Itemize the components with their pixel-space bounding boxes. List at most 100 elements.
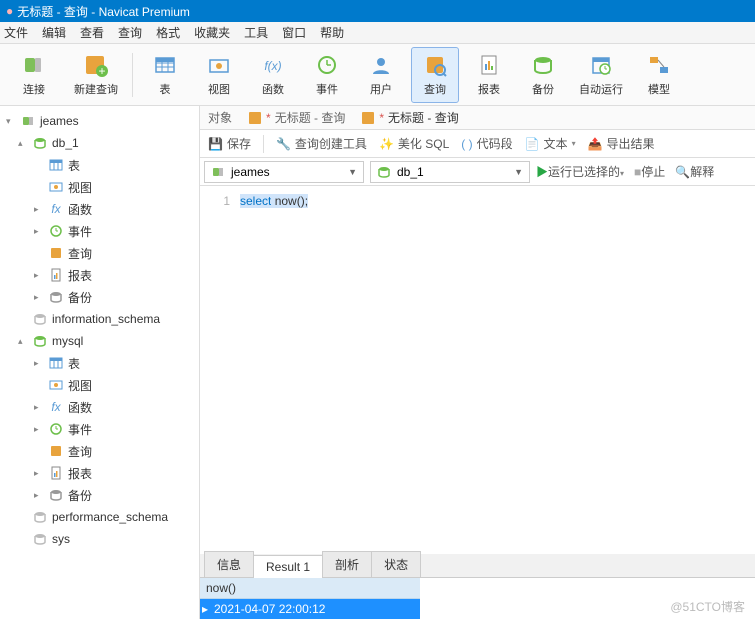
tree-item-func[interactable]: ▸fx函数 [0,198,199,220]
result-tab-result1[interactable]: Result 1 [253,555,323,578]
toolbar-report[interactable]: 报表 [465,47,513,103]
menu-fav[interactable]: 收藏夹 [194,24,230,41]
tree-item-db[interactable]: ▴mysql [0,330,199,352]
tree-item-conn[interactable]: ▾ jeames [0,110,199,132]
connection-icon [211,165,225,179]
toolbar-connect[interactable]: 连接 [6,47,62,103]
report-icon [48,267,64,283]
tree-item-db[interactable]: ▴db_1 [0,132,199,154]
toolbar-func[interactable]: f(x) 函数 [249,47,297,103]
expand-icon[interactable]: ▸ [34,468,44,479]
toolbar-table[interactable]: 表 [141,47,189,103]
tree-item-table[interactable]: 表 [0,154,199,176]
snippet-button[interactable]: ( )代码段 [461,135,512,152]
export-button[interactable]: 📤导出结果 [588,135,655,152]
expand-icon[interactable]: ▴ [18,336,28,347]
report-icon [476,52,502,78]
user-icon [368,52,394,78]
result-tab-status[interactable]: 状态 [371,551,421,577]
result-tab-info[interactable]: 信息 [204,551,254,577]
explain-button[interactable]: 🔍解释 [675,163,714,180]
menu-query[interactable]: 查询 [118,24,142,41]
tree-item-backup[interactable]: ▸备份 [0,484,199,506]
menu-window[interactable]: 窗口 [282,24,306,41]
tree-item-db-off[interactable]: performance_schema [0,506,199,528]
expand-icon[interactable]: ▸ [34,490,44,501]
connection-dropdown[interactable]: jeames ▼ [204,161,364,183]
query-builder-button[interactable]: 🔧查询创建工具 [276,135,367,152]
db-icon [32,333,48,349]
tree-item-view[interactable]: 视图 [0,176,199,198]
query-tab-icon [361,111,375,125]
menu-format[interactable]: 格式 [156,24,180,41]
tree-item-backup[interactable]: ▸备份 [0,286,199,308]
expand-icon[interactable]: ▸ [34,358,44,369]
menu-tools[interactable]: 工具 [244,24,268,41]
expand-icon[interactable]: ▸ [34,226,44,237]
beautify-sql-button[interactable]: ✨美化 SQL [379,135,449,152]
tree-item-query[interactable]: 查询 [0,242,199,264]
event-icon [48,223,64,239]
database-icon [377,165,391,179]
toolbar-newquery[interactable]: + 新建查询 [68,47,124,103]
backup-icon [530,52,556,78]
sql-editor[interactable]: 1 select now(); [200,186,755,554]
save-button[interactable]: 💾保存 [208,135,251,152]
tree-item-report[interactable]: ▸ 报表 [0,264,199,286]
toolbar-auto[interactable]: 自动运行 [573,47,629,103]
tree-item-func[interactable]: ▸fx函数 [0,396,199,418]
tab-query-2[interactable]: * 无标题 - 查询 [361,109,458,126]
tree-item-label: 事件 [68,421,92,438]
tree-item-table[interactable]: ▸表 [0,352,199,374]
tree-item-label: 函数 [68,201,92,218]
window-title: 无标题 - 查询 - Navicat Premium [17,3,190,20]
tree-item-view[interactable]: 视图 [0,374,199,396]
database-dropdown[interactable]: db_1 ▼ [370,161,530,183]
tab-query-1[interactable]: * 无标题 - 查询 [248,109,345,126]
toolbar-view[interactable]: 视图 [195,47,243,103]
builder-icon: 🔧 [276,137,291,151]
tree-item-event[interactable]: ▸事件 [0,220,199,242]
toolbar-model[interactable]: 模型 [635,47,683,103]
conn-icon [20,113,36,129]
tree-item-label: 报表 [68,267,92,284]
newquery-icon: + [83,52,109,78]
expand-icon[interactable]: ▸ [34,270,44,281]
code-area[interactable]: select now(); [240,194,755,546]
stop-button[interactable]: ■停止 [634,163,665,180]
expand-icon[interactable]: ▸ [34,204,44,215]
tree-item-db-off[interactable]: information_schema [0,308,199,330]
toolbar-query[interactable]: 查询 [411,47,459,103]
result-row[interactable]: ▸ 2021-04-07 22:00:12 [200,599,420,619]
menu-bar: 文件 编辑 查看 查询 格式 收藏夹 工具 窗口 帮助 [0,22,755,44]
tree-item-db-off[interactable]: sys [0,528,199,550]
tree-item-query[interactable]: 查询 [0,440,199,462]
menu-view[interactable]: 查看 [80,24,104,41]
tree-item-event[interactable]: ▸ 事件 [0,418,199,440]
run-selected-button[interactable]: ▶运行已选择的▾ [536,163,624,180]
expand-icon[interactable]: ▸ [34,424,44,435]
tree-item-report[interactable]: ▸ 报表 [0,462,199,484]
expand-icon[interactable]: ▴ [18,138,28,149]
text-button[interactable]: 📄文本▾ [525,135,576,152]
menu-file[interactable]: 文件 [4,24,28,41]
tab-objects[interactable]: 对象 [208,109,232,126]
tree-item-label: 报表 [68,465,92,482]
menu-help[interactable]: 帮助 [320,24,344,41]
plug-icon [21,52,47,78]
tree-item-label: jeames [40,114,79,128]
wand-icon: ✨ [379,137,394,151]
table-icon [48,355,64,371]
export-icon: 📤 [588,137,603,151]
toolbar-backup[interactable]: 备份 [519,47,567,103]
menu-edit[interactable]: 编辑 [42,24,66,41]
expand-icon[interactable]: ▸ [34,292,44,303]
column-header[interactable]: now() [200,578,420,599]
db-icon [32,135,48,151]
result-tab-profile[interactable]: 剖析 [322,551,372,577]
expand-icon[interactable]: ▾ [6,116,16,127]
toolbar-event[interactable]: 事件 [303,47,351,103]
connection-tree[interactable]: ▾jeames▴db_1表视图▸fx函数▸事件查询▸报表▸备份informati… [0,106,200,619]
toolbar-user[interactable]: 用户 [357,47,405,103]
expand-icon[interactable]: ▸ [34,402,44,413]
